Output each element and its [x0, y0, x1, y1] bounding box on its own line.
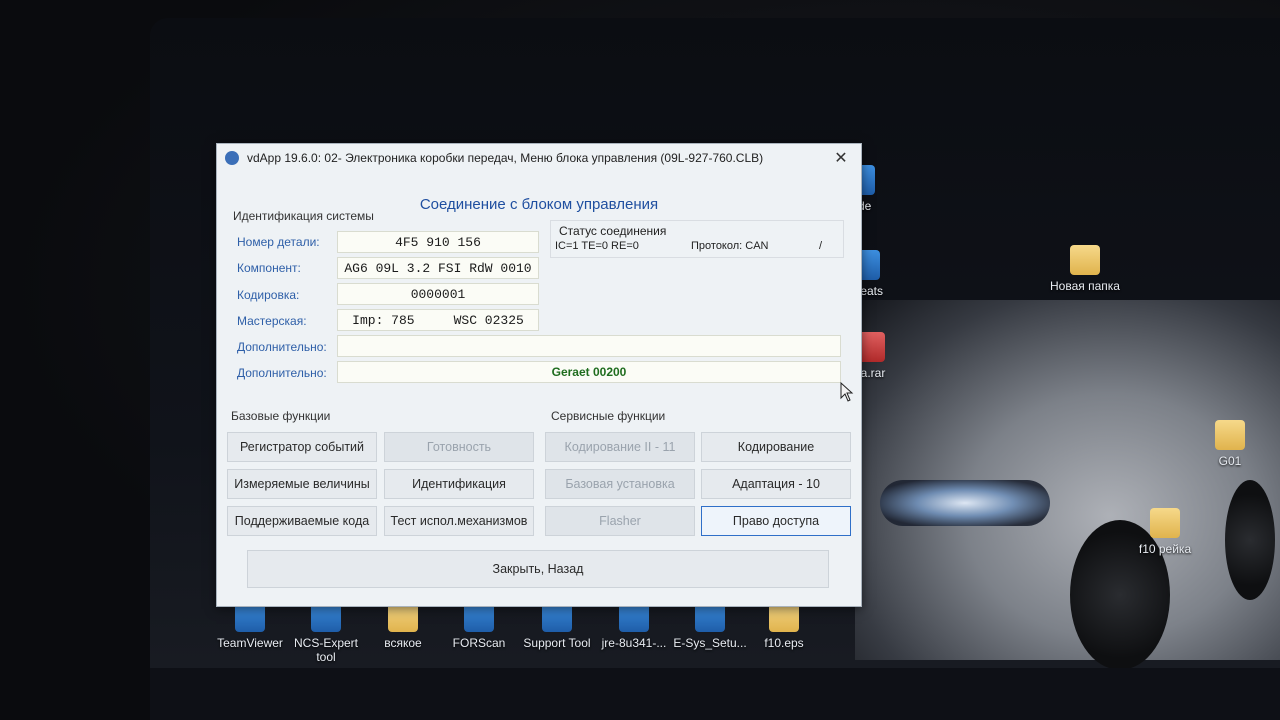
additional-field: Geraet 00200 [337, 361, 841, 383]
coding-ii-button[interactable]: Кодирование II - 11 [545, 432, 695, 462]
component-label: Компонент: [237, 261, 301, 275]
system-identification-label: Идентификация системы [233, 209, 374, 223]
measured-values-button[interactable]: Измеряемые величины [227, 469, 377, 499]
taskbar [150, 668, 1280, 720]
desktop-icon[interactable]: f10 рейка [1125, 508, 1205, 556]
event-recorder-button[interactable]: Регистратор событий [227, 432, 377, 462]
desktop-icon[interactable]: jre-8u341-... [594, 602, 674, 650]
basic-functions-label: Базовые функции [231, 409, 331, 423]
supported-codes-button[interactable]: Поддерживаемые кода [227, 506, 377, 536]
part-number-label: Номер детали: [237, 235, 320, 249]
component-field: AG6 09L 3.2 FSI RdW 0010 [337, 257, 539, 279]
desktop-icon[interactable]: G01 [1195, 420, 1265, 468]
desktop-icon[interactable]: Support Tool [512, 602, 602, 650]
additional-field [337, 335, 841, 357]
adaptation-button[interactable]: Адаптация - 10 [701, 469, 851, 499]
control-unit-dialog: vdApp 19.6.0: 02- Электроника коробки пе… [216, 143, 862, 607]
folder-icon [1215, 420, 1245, 450]
desktop-icon[interactable]: всякое [360, 602, 446, 650]
mouse-cursor-icon [840, 382, 854, 402]
access-rights-button[interactable]: Право доступа [701, 506, 851, 536]
connection-status-title: Статус соединения [559, 224, 667, 238]
desktop-icon-label: всякое [384, 636, 422, 650]
desktop-icon-label: NCS-Expert tool [293, 636, 358, 664]
coding-button[interactable]: Кодирование [701, 432, 851, 462]
additional-label: Дополнительно: [237, 366, 327, 380]
desktop-icon-label: FORScan [452, 636, 506, 650]
car-wheel [1225, 480, 1275, 600]
additional-label: Дополнительно: [237, 340, 327, 354]
car-headlight [880, 480, 1050, 526]
desktop-icon-label: jre-8u341-... [601, 636, 667, 650]
title-bar: vdApp 19.6.0: 02- Электроника коробки пе… [217, 144, 861, 172]
desktop-icon-label: Новая папка [1050, 279, 1120, 293]
desktop-icon[interactable]: f10.eps [746, 602, 822, 650]
folder-icon [1150, 508, 1180, 538]
desktop-icon[interactable]: NCS-Expert tool [283, 602, 369, 664]
connection-counters: IC=1 TE=0 RE=0 [555, 240, 639, 252]
part-number-field: 4F5 910 156 [337, 231, 539, 253]
identification-button[interactable]: Идентификация [384, 469, 534, 499]
desktop-icon-label: G01 [1218, 454, 1242, 468]
vdapp-logo-icon [225, 151, 239, 165]
folder-icon [1070, 245, 1100, 275]
close-icon[interactable]: ✕ [829, 148, 853, 168]
window-title: vdApp 19.6.0: 02- Электроника коробки пе… [247, 151, 764, 165]
desktop-icon-label: TeamViewer [217, 636, 283, 650]
coding-label: Кодировка: [237, 288, 300, 302]
service-functions-label: Сервисные функции [551, 409, 666, 423]
desktop-icon-label: f10 рейка [1138, 542, 1192, 556]
desktop-icon-label: Support Tool [523, 636, 591, 650]
actuator-test-button[interactable]: Тест испол.механизмов [384, 506, 534, 536]
close-back-button[interactable]: Закрыть, Назад [247, 550, 829, 588]
desktop-icon[interactable]: FORScan [436, 602, 522, 650]
activity-indicator: / [819, 240, 823, 252]
desktop-icon-label: f10.eps [764, 636, 804, 650]
readiness-button[interactable]: Готовность [384, 432, 534, 462]
desktop-icon-label: E-Sys_Setu... [673, 636, 747, 650]
workshop-label: Мастерская: [237, 314, 307, 328]
basic-setting-button[interactable]: Базовая установка [545, 469, 695, 499]
protocol-label: Протокол: CAN [691, 240, 769, 252]
desktop-icon[interactable]: TeamViewer [205, 602, 295, 650]
desktop-icon[interactable]: E-Sys_Setu... [670, 602, 750, 650]
coding-field: 0000001 [337, 283, 539, 305]
desktop-icon[interactable]: Новая папка [1040, 245, 1130, 293]
flasher-button[interactable]: Flasher [545, 506, 695, 536]
workshop-field: Imp: 785 WSC 02325 [337, 309, 539, 331]
